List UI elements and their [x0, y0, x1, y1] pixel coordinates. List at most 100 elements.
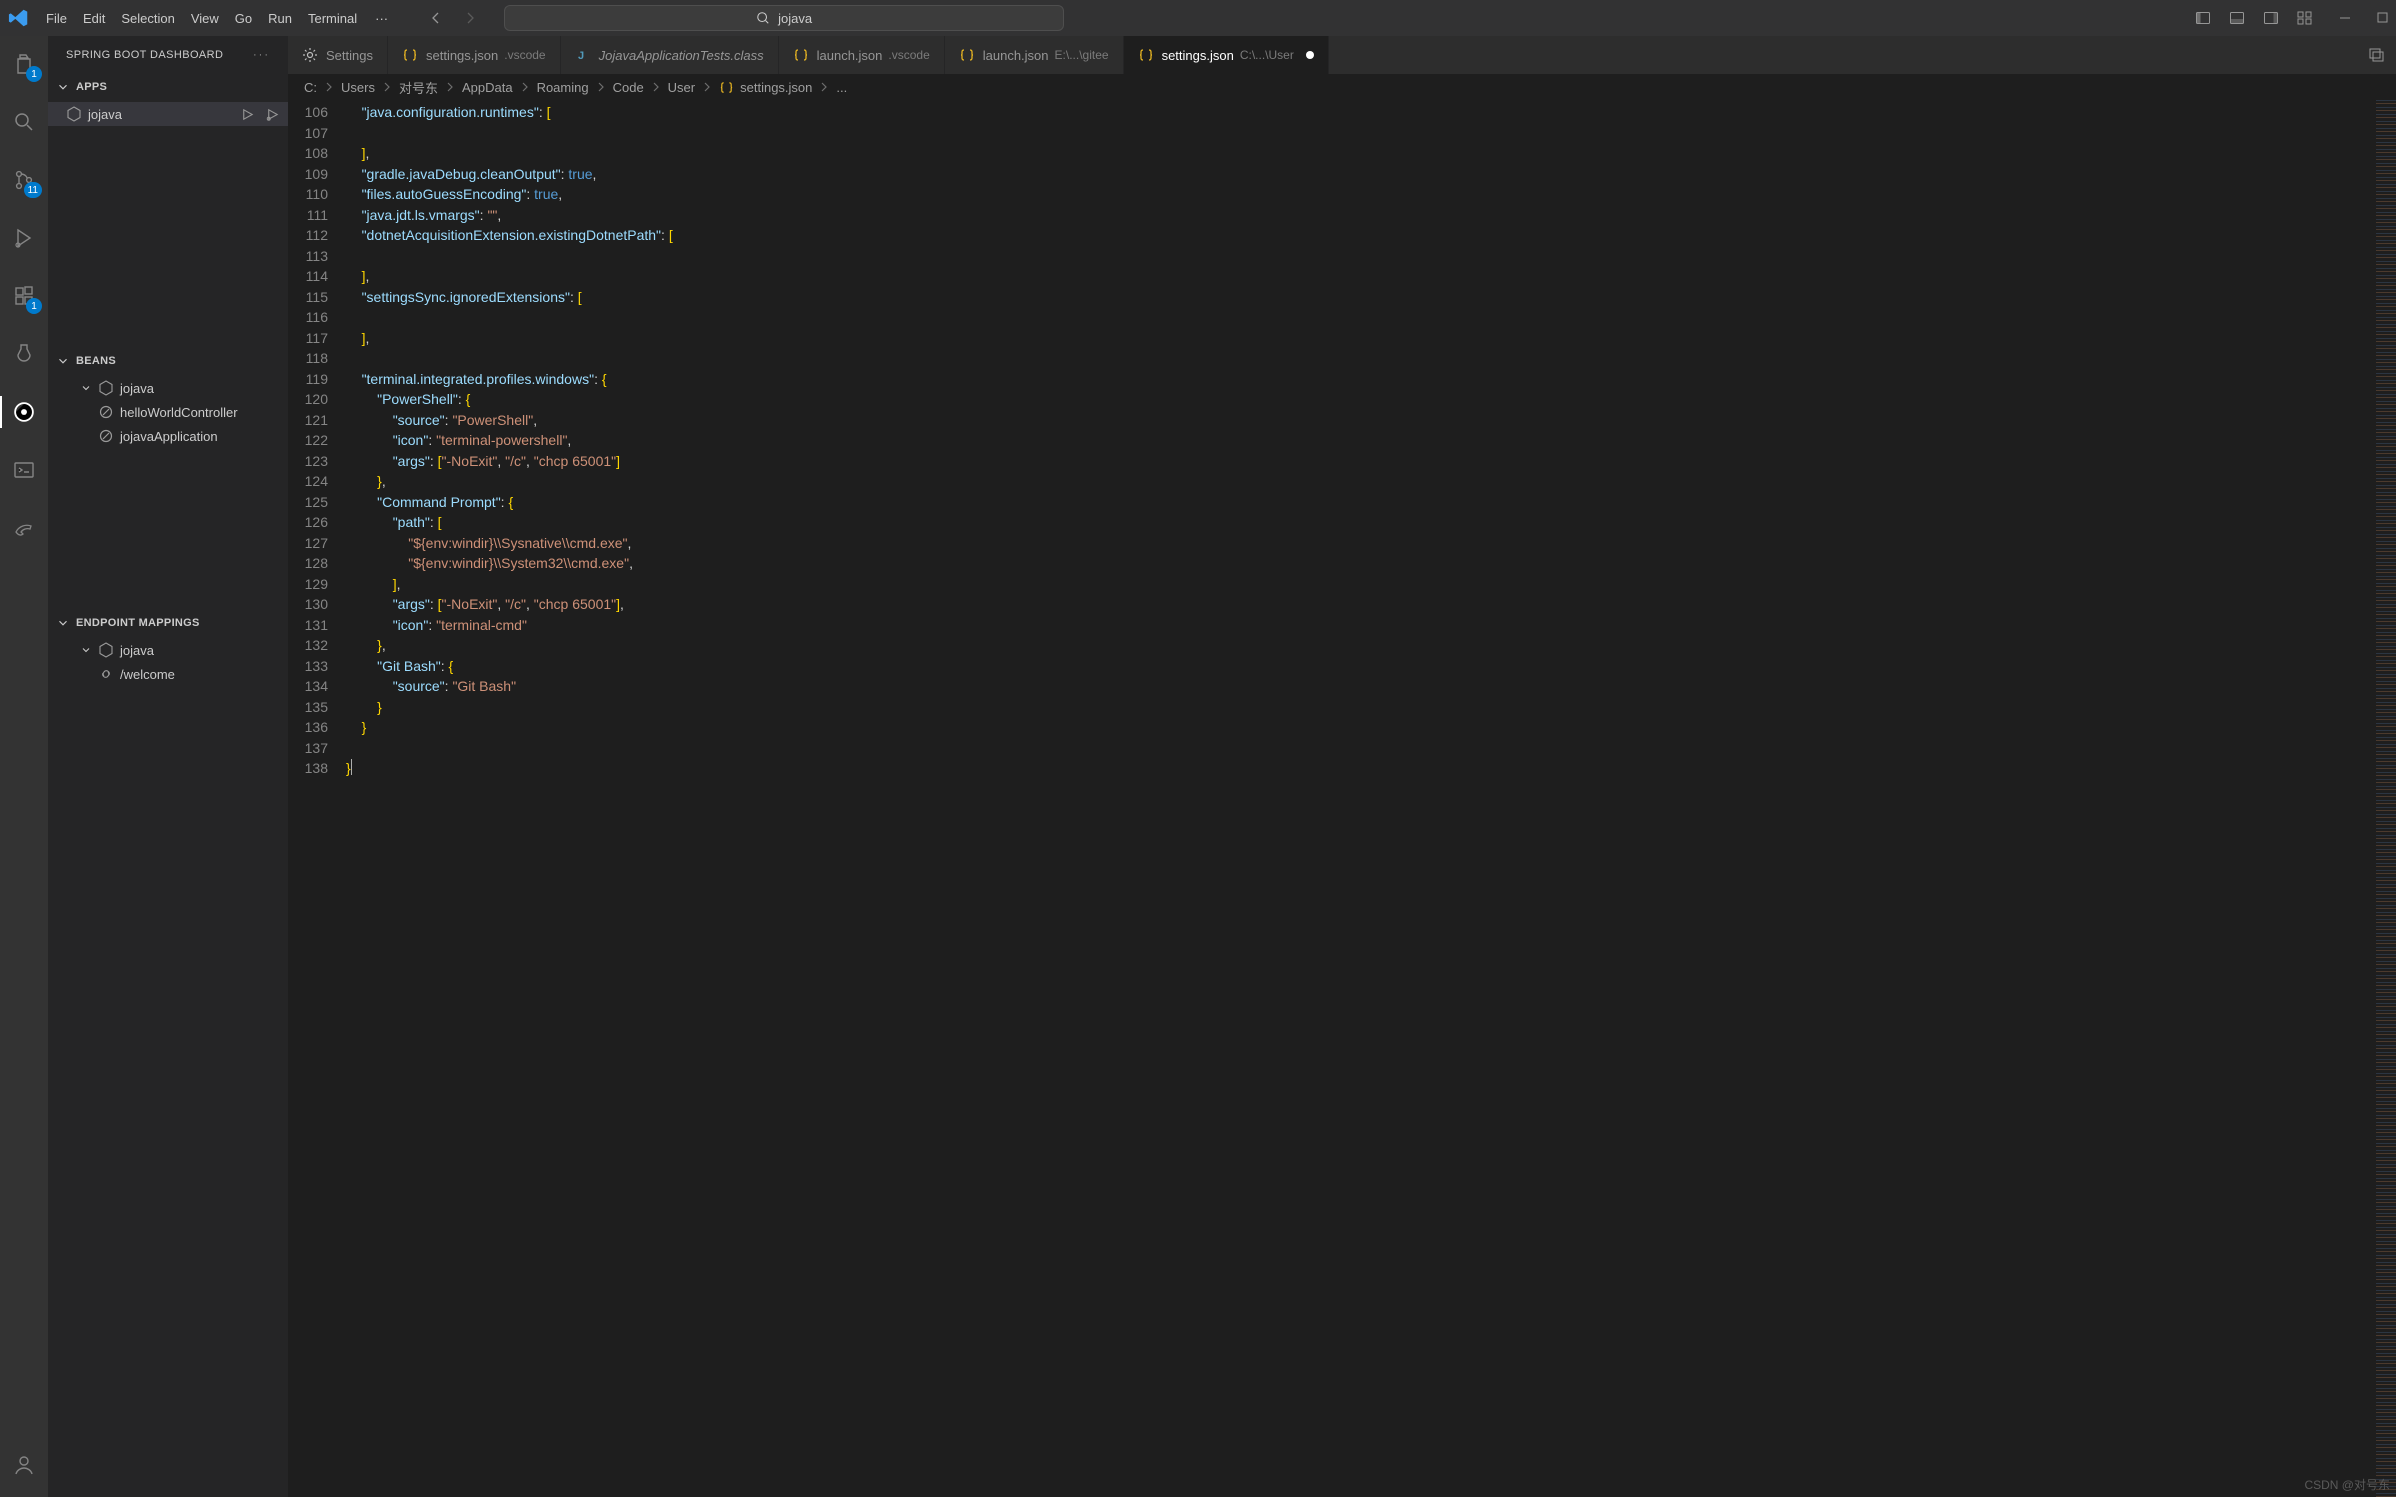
- bean-item[interactable]: jojavaApplication: [48, 424, 288, 448]
- sidebar-title-text: SPRING BOOT DASHBOARD: [66, 49, 223, 61]
- beans-project-label: jojava: [120, 381, 154, 396]
- activity-gradle[interactable]: [0, 508, 48, 548]
- nav-back-icon[interactable]: [428, 10, 444, 26]
- breadcrumb-separator-icon: [595, 81, 607, 93]
- minimap[interactable]: [2376, 100, 2396, 1497]
- command-center[interactable]: jojava: [504, 5, 1064, 31]
- tab-settings-json[interactable]: settings.json.vscode: [388, 36, 561, 74]
- hexagon-icon: [98, 642, 114, 658]
- window-minimize-icon[interactable]: [2339, 12, 2351, 24]
- tab-overflow-icon[interactable]: [2368, 46, 2386, 64]
- search-icon: [756, 11, 770, 25]
- activity-terminal[interactable]: [0, 450, 48, 490]
- breadcrumb-item[interactable]: Code: [613, 80, 644, 95]
- panel-beans-title: BEANS: [76, 355, 116, 367]
- bean-icon: [98, 428, 114, 444]
- activity-explorer[interactable]: 1: [0, 44, 48, 84]
- activity-scm[interactable]: 11: [0, 160, 48, 200]
- breadcrumb-separator-icon: [519, 81, 531, 93]
- nav-arrows: [428, 10, 478, 26]
- activity-run[interactable]: [0, 218, 48, 258]
- menu-run[interactable]: Run: [260, 7, 300, 30]
- endpoint-item-label: /welcome: [120, 667, 175, 682]
- svg-text:J: J: [578, 50, 584, 62]
- breadcrumb-item[interactable]: Roaming: [537, 80, 589, 95]
- bean-item-label: jojavaApplication: [120, 429, 218, 444]
- extensions-badge: 1: [26, 298, 42, 314]
- breadcrumb-item[interactable]: Users: [341, 80, 375, 95]
- activity-testing[interactable]: [0, 334, 48, 374]
- link-icon: [98, 666, 114, 682]
- hexagon-icon: [66, 106, 82, 122]
- run-icon[interactable]: [240, 107, 255, 122]
- window-maximize-icon[interactable]: [2377, 12, 2388, 24]
- breadcrumb-separator-icon: [701, 81, 713, 93]
- endpoint-item[interactable]: /welcome: [48, 662, 288, 686]
- activity-bar: 1 11 1: [0, 36, 48, 1497]
- menu-selection[interactable]: Selection: [113, 7, 182, 30]
- chevron-down-icon: [80, 644, 92, 656]
- breadcrumbs[interactable]: C: Users 对号东 AppData Roaming Code User settings…: [288, 74, 2396, 100]
- breadcrumb-item[interactable]: User: [668, 80, 695, 95]
- debug-icon[interactable]: [265, 107, 280, 122]
- panel-apps-header[interactable]: APPS: [48, 74, 288, 100]
- menu-terminal[interactable]: Terminal: [300, 7, 365, 30]
- panel-beans-header[interactable]: BEANS: [48, 348, 288, 374]
- hexagon-icon: [98, 380, 114, 396]
- tab-jojavaapplicationtests-class[interactable]: JJojavaApplicationTests.class: [561, 36, 779, 74]
- editor-area[interactable]: 1061071081091101111121131141151161171181…: [288, 100, 2396, 1497]
- app-item-label: jojava: [88, 107, 122, 122]
- endpoints-project[interactable]: jojava: [48, 638, 288, 662]
- panel-apps-title: APPS: [76, 81, 107, 93]
- breadcrumb-separator-icon: [323, 81, 335, 93]
- command-center-text: jojava: [778, 11, 812, 26]
- explorer-badge: 1: [26, 66, 42, 82]
- panel-endpoints-header[interactable]: ENDPOINT MAPPINGS: [48, 610, 288, 636]
- tab-settings[interactable]: Settings: [288, 36, 388, 74]
- menu-bar: FileEditSelectionViewGoRunTerminal: [38, 7, 365, 30]
- bean-item[interactable]: helloWorldController: [48, 400, 288, 424]
- breadcrumb-item[interactable]: C:: [304, 80, 317, 95]
- tab-bar: Settingssettings.json.vscodeJJojavaAppli…: [288, 36, 2396, 74]
- menu-overflow-icon[interactable]: ···: [367, 7, 396, 30]
- breadcrumb-separator-icon: [818, 81, 830, 93]
- bean-item-label: helloWorldController: [120, 405, 238, 420]
- vscode-logo-icon: [8, 7, 30, 29]
- activity-extensions[interactable]: 1: [0, 276, 48, 316]
- breadcrumb-item[interactable]: AppData: [462, 80, 513, 95]
- endpoints-project-label: jojava: [120, 643, 154, 658]
- activity-spring[interactable]: [0, 392, 48, 432]
- tab-launch-json[interactable]: launch.jsonE:\...\gitee: [945, 36, 1124, 74]
- chevron-down-icon: [56, 80, 70, 94]
- menu-view[interactable]: View: [183, 7, 227, 30]
- menu-file[interactable]: File: [38, 7, 75, 30]
- activity-account[interactable]: [0, 1445, 48, 1485]
- sidebar: SPRING BOOT DASHBOARD ··· APPS jojava BE…: [48, 36, 288, 1497]
- scm-badge: 11: [24, 182, 42, 198]
- watermark-text: CSDN @对号东: [2304, 1476, 2390, 1493]
- menu-go[interactable]: Go: [227, 7, 260, 30]
- dirty-indicator-icon: [1306, 51, 1314, 59]
- code-content[interactable]: "java.configuration.runtimes": [ ], "gra…: [346, 100, 2396, 1497]
- sidebar-title: SPRING BOOT DASHBOARD ···: [48, 36, 288, 74]
- customize-layout-icon[interactable]: [2297, 10, 2313, 26]
- layout-panel-icon[interactable]: [2229, 10, 2245, 26]
- breadcrumb-item[interactable]: ...: [836, 80, 847, 95]
- activity-search[interactable]: [0, 102, 48, 142]
- breadcrumb-item[interactable]: settings.json: [719, 80, 812, 95]
- tab-settings-json[interactable]: settings.jsonC:\...\User: [1124, 36, 1329, 74]
- tab-launch-json[interactable]: launch.json.vscode: [779, 36, 945, 74]
- bean-icon: [98, 404, 114, 420]
- chevron-down-icon: [56, 616, 70, 630]
- line-gutter: 1061071081091101111121131141151161171181…: [288, 100, 346, 1497]
- title-bar: FileEditSelectionViewGoRunTerminal ··· j…: [0, 0, 2396, 36]
- nav-forward-icon[interactable]: [462, 10, 478, 26]
- app-item-jojava[interactable]: jojava: [48, 102, 288, 126]
- beans-project[interactable]: jojava: [48, 376, 288, 400]
- layout-sidebar-left-icon[interactable]: [2195, 10, 2211, 26]
- breadcrumb-separator-icon: [381, 81, 393, 93]
- menu-edit[interactable]: Edit: [75, 7, 113, 30]
- layout-sidebar-right-icon[interactable]: [2263, 10, 2279, 26]
- sidebar-more-icon[interactable]: ···: [253, 49, 270, 61]
- breadcrumb-item[interactable]: 对号东: [399, 78, 438, 97]
